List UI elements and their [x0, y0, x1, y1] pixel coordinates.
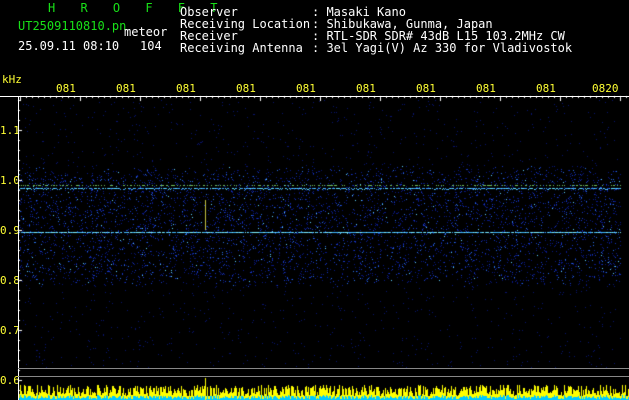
count-label: 104 [140, 39, 162, 53]
y-tick-label: 0.9 [0, 224, 20, 237]
x-tick-label: 081 [296, 82, 316, 95]
y-tick-label: 0.7 [0, 324, 20, 337]
x-tick-label: 081 [56, 82, 76, 95]
antenna-value: : 3el Yagi(V) Az 330 for Vladivostok [312, 41, 573, 55]
hrofft-display: H R O F F T UT2509110810.pn meteor 25.09… [0, 0, 629, 400]
x-tick-label: 081 [476, 82, 496, 95]
lower-divider-line [18, 368, 629, 369]
datetime-label: 25.09.11 08:10 [18, 39, 120, 53]
lower-divider-line-2 [18, 376, 629, 377]
antenna-label: Receiving Antenna [180, 41, 303, 55]
spectrogram-canvas [0, 0, 629, 400]
top-axis-line [0, 96, 629, 97]
x-tick-label: 081 [116, 82, 136, 95]
x-tick-label: 081 [176, 82, 196, 95]
y-tick-label: 1.1 [0, 124, 20, 137]
x-tick-label: 081 [356, 82, 376, 95]
y-tick-label: 0.8 [0, 274, 20, 287]
axis-unit-label: kHz [2, 73, 22, 86]
x-tick-label: 081 [536, 82, 556, 95]
y-tick-label: 1.0 [0, 174, 20, 187]
left-axis-line [18, 96, 19, 400]
x-tick-label: 081 [236, 82, 256, 95]
x-tick-label: 081 [416, 82, 436, 95]
mode-label: meteor [124, 25, 168, 39]
y-tick-label: 0.6 [0, 374, 20, 387]
x-tick-label: 0820 [592, 82, 619, 95]
filename-label: UT2509110810.pn [18, 19, 127, 33]
